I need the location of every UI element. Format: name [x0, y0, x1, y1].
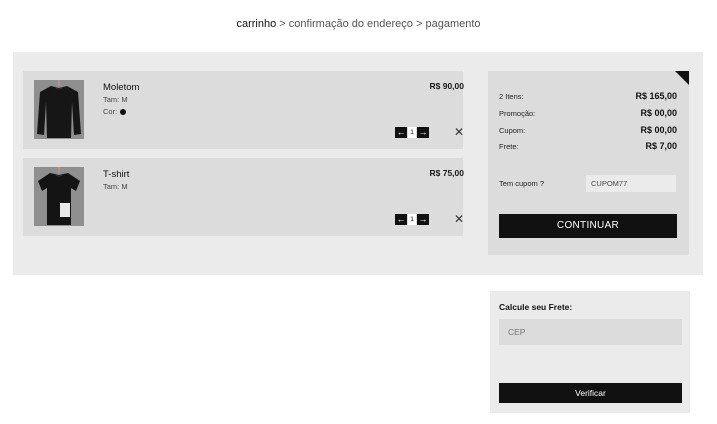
arrow-right-icon[interactable]: → — [417, 127, 429, 138]
summary-value: R$ 00,00 — [640, 108, 677, 118]
verify-button[interactable]: Verificar — [499, 383, 682, 403]
item-price: R$ 90,00 — [429, 81, 465, 91]
summary-row-items: 2 Itens: R$ 165,00 — [499, 91, 677, 101]
close-icon[interactable]: ✕ — [454, 126, 464, 138]
breadcrumb-address-confirmation[interactable]: confirmação do endereço — [289, 18, 413, 30]
item-price: R$ 75,00 — [429, 168, 465, 178]
item-name: Moletom — [103, 82, 140, 93]
breadcrumb-separator: > — [279, 18, 286, 30]
arrow-left-icon[interactable]: ← — [395, 127, 407, 138]
summary-label: Promoção: — [499, 109, 536, 118]
summary-label: Cupom: — [499, 126, 526, 135]
breadcrumb-cart[interactable]: carrinho — [236, 18, 276, 30]
summary-row-promotion: Promoção: R$ 00,00 — [499, 108, 677, 118]
item-size: Tam: M — [103, 182, 128, 191]
quantity-value: 1 — [408, 214, 416, 225]
coupon-label: Tem cupom ? — [499, 179, 545, 188]
color-swatch — [120, 108, 127, 115]
item-size: Tam: M — [103, 95, 128, 104]
product-image-tshirt — [34, 167, 84, 226]
breadcrumb-payment[interactable]: pagamento — [425, 18, 480, 30]
breadcrumb: carrinho > confirmação do endereço > pag… — [0, 18, 717, 30]
order-summary: 2 Itens: R$ 165,00 Promoção: R$ 00,00 Cu… — [488, 71, 689, 255]
arrow-right-icon[interactable]: → — [417, 214, 429, 225]
product-image-sweatshirt — [34, 80, 84, 139]
summary-label: 2 Itens: — [499, 92, 524, 101]
breadcrumb-separator: > — [415, 18, 423, 30]
cep-input[interactable] — [499, 319, 682, 345]
continue-button[interactable]: CONTINUAR — [499, 214, 677, 238]
quantity-stepper: ← 1 → — [395, 214, 429, 225]
arrow-left-icon[interactable]: ← — [395, 214, 407, 225]
cart-panel: Moletom Tam: M Cor: R$ 90,00 ← 1 → ✕ T-s… — [13, 52, 703, 275]
close-icon[interactable]: ✕ — [454, 213, 464, 225]
summary-value: R$ 00,00 — [640, 125, 677, 135]
item-name: T-shirt — [103, 169, 130, 180]
corner-triangle-icon — [675, 71, 689, 85]
tag-icon — [60, 203, 70, 217]
item-color: Cor: — [103, 107, 127, 116]
freight-calculator: Calcule seu Frete: Verificar — [490, 291, 690, 413]
summary-value: R$ 7,00 — [645, 141, 677, 151]
cart-item: T-shirt Tam: M R$ 75,00 ← 1 → ✕ — [23, 158, 465, 236]
quantity-stepper: ← 1 → — [395, 127, 429, 138]
freight-title: Calcule seu Frete: — [499, 302, 573, 312]
item-color-label: Cor: — [103, 107, 118, 116]
cart-item: Moletom Tam: M Cor: R$ 90,00 ← 1 → ✕ — [23, 71, 465, 149]
summary-row-coupon: Cupom: R$ 00,00 — [499, 125, 677, 135]
sweatshirt-shape — [37, 86, 81, 138]
coupon-input[interactable] — [586, 175, 676, 192]
summary-value: R$ 165,00 — [635, 91, 677, 101]
summary-label: Frete: — [499, 142, 519, 151]
quantity-value: 1 — [408, 127, 416, 138]
summary-row-shipping: Frete: R$ 7,00 — [499, 141, 677, 151]
